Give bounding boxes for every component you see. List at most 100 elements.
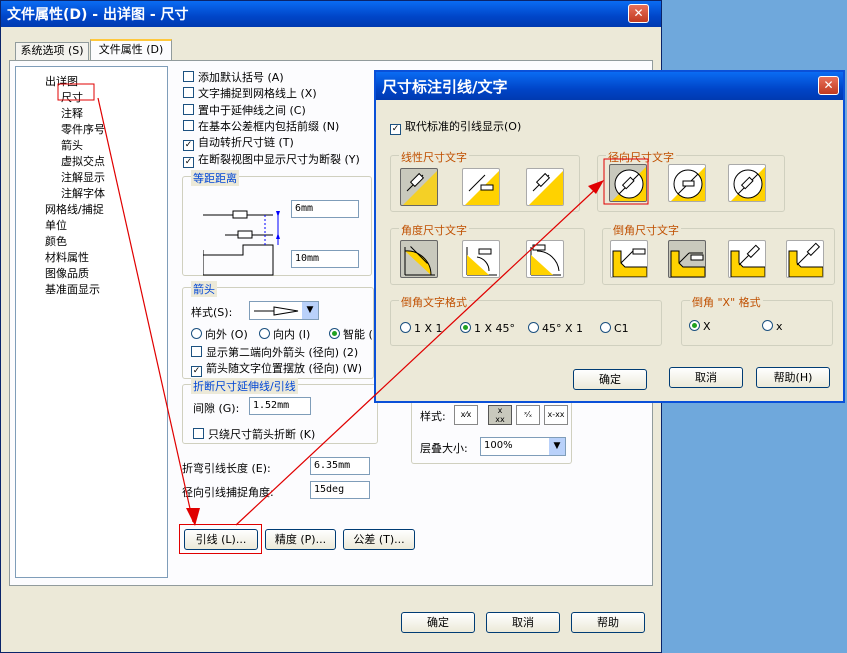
broken-leader-group: 折断尺寸延伸线/引线 间隙 (G): 1.52mm 只绕尺寸箭头折断 (K) xyxy=(182,378,378,444)
chevron-down-icon[interactable]: ▼ xyxy=(549,438,565,455)
angle-dim-icon xyxy=(404,246,435,276)
radio-icon xyxy=(460,322,471,333)
stack-size-label: 层叠大小: xyxy=(420,442,468,455)
tab-label: 文件属性 (D) xyxy=(98,43,164,56)
chfmt-radio-3[interactable]: 45° X 1 xyxy=(528,322,583,335)
radio-icon xyxy=(689,320,700,331)
linear-dim-icon xyxy=(529,171,563,205)
main-cancel-button[interactable]: 取消 xyxy=(486,612,560,633)
tree-item[interactable]: 材料属性 xyxy=(45,249,89,265)
checkbox-label: 文字捕捉到网格线上 (X) xyxy=(198,87,317,101)
arrows-title: 箭头 xyxy=(191,281,217,297)
group-title: 径向尺寸文字 xyxy=(606,149,676,165)
chevron-down-icon[interactable]: ▼ xyxy=(302,302,318,319)
main-ok-button[interactable]: 确定 xyxy=(401,612,475,633)
tree-item[interactable]: 注释 xyxy=(61,105,83,121)
checkbox-icon xyxy=(183,71,194,82)
gap-input[interactable]: 1.52mm xyxy=(249,397,311,415)
equal-distance-2-input[interactable]: 10mm xyxy=(291,250,359,268)
chfmt-radio-2[interactable]: 1 X 45° xyxy=(460,322,515,335)
chamfer-text-option-1[interactable] xyxy=(610,240,648,278)
radial-dim-icon xyxy=(671,167,705,201)
equal-distance-1-input[interactable]: 6mm xyxy=(291,200,359,218)
radio-label: x xyxy=(776,320,783,333)
fraction-style-3-button[interactable]: ˣ⁄ₓ xyxy=(516,405,540,425)
arrow-follow-checkbox[interactable]: ✓ 箭头随文字位置摆放 (径向) (W) xyxy=(191,360,362,377)
angle-text-option-2[interactable] xyxy=(462,240,500,278)
tree-item[interactable]: 出详图 xyxy=(45,73,78,89)
x-format-upper-radio[interactable]: X xyxy=(689,320,711,333)
option-checkbox[interactable]: 置中于延伸线之间 (C) xyxy=(183,102,306,118)
dialog-title-bar: 尺寸标注引线/文字 xyxy=(376,72,843,100)
tree-item[interactable]: 网格线/捕捉 xyxy=(45,201,104,217)
radial-text-option-2[interactable] xyxy=(668,164,706,202)
fraction-style-4-button[interactable]: x-xx xyxy=(544,405,568,425)
chfmt-radio-1[interactable]: 1 X 1 xyxy=(400,322,443,335)
break-around-checkbox[interactable]: 只绕尺寸箭头折断 (K) xyxy=(193,426,315,442)
chamfer-text-option-4[interactable] xyxy=(786,240,824,278)
chamfer-dim-icon xyxy=(612,248,647,277)
fraction-style-2-button[interactable]: x xx xyxy=(488,405,512,425)
second-arrow-checkbox[interactable]: 显示第二端向外箭头 (径向) (2) xyxy=(191,344,358,360)
main-title-bar: 文件属性(D) - 出详图 - 尺寸 xyxy=(1,1,661,27)
tree-item[interactable]: 箭头 xyxy=(61,137,83,153)
stack-size-dropdown[interactable]: 100% ▼ xyxy=(480,437,566,456)
radial-text-option-1[interactable] xyxy=(609,164,647,202)
leader-button[interactable]: 引线 (L)... xyxy=(184,529,258,550)
dialog-cancel-button[interactable]: 取消 xyxy=(669,367,743,388)
arrow-in-radio[interactable]: 向内 (I) xyxy=(259,326,310,342)
linear-text-option-1[interactable] xyxy=(400,168,438,206)
chamfer-text-option-2[interactable] xyxy=(668,240,706,278)
arrow-style-dropdown[interactable]: ▼ xyxy=(249,301,319,320)
tree-item[interactable]: 颜色 xyxy=(45,233,67,249)
option-checkbox[interactable]: 在基本公差框内包括前缀 (N) xyxy=(183,118,339,134)
tree-item[interactable]: 基准面显示 xyxy=(45,281,100,297)
tree-item[interactable]: 单位 xyxy=(45,217,67,233)
arrow-smart-radio[interactable]: 智能 ( xyxy=(329,326,373,342)
precision-button[interactable]: 精度 (P)... xyxy=(265,529,336,550)
arrow-style-icon xyxy=(254,306,299,316)
checkbox-label: 箭头随文字位置摆放 (径向) (W) xyxy=(206,362,363,375)
radial-snap-input[interactable]: 15deg xyxy=(310,481,370,499)
option-checkbox[interactable]: ✓ 自动转折尺寸链 (T) xyxy=(183,134,294,152)
angle-text-option-1[interactable] xyxy=(400,240,438,278)
linear-text-option-3[interactable] xyxy=(526,168,564,206)
dialog-ok-button[interactable]: 确定 xyxy=(573,369,647,390)
option-checkbox[interactable]: ✓ 在断裂视图中显示尺寸为断裂 (Y) xyxy=(183,151,360,168)
arrow-out-radio[interactable]: 向外 (O) xyxy=(191,326,248,342)
override-checkbox[interactable]: ✓ 取代标准的引线显示(O) xyxy=(390,118,521,135)
chamfer-text-option-3[interactable] xyxy=(728,240,766,278)
angle-text-option-3[interactable] xyxy=(526,240,564,278)
bent-leader-input[interactable]: 6.35mm xyxy=(310,457,370,475)
option-checkbox[interactable]: 添加默认括号 (A) xyxy=(183,69,284,85)
dialog-help-button[interactable]: 帮助(H) xyxy=(756,367,830,388)
tab-document-properties[interactable]: 文件属性 (D) xyxy=(90,39,172,61)
x-format-lower-radio[interactable]: x xyxy=(762,320,783,333)
tab-system-options[interactable]: 系统选项 (S) xyxy=(15,42,89,60)
checkbox-icon xyxy=(191,346,202,357)
tree-item[interactable]: 尺寸 xyxy=(61,89,83,105)
chfmt-radio-4[interactable]: C1 xyxy=(600,322,629,335)
chamfer-dim-icon xyxy=(730,244,765,277)
tab-label: 系统选项 (S) xyxy=(20,44,84,57)
checkbox-icon: ✓ xyxy=(183,156,194,168)
tree-item[interactable]: 注解显示 xyxy=(61,169,105,185)
close-icon[interactable]: ✕ xyxy=(628,4,649,23)
radial-text-option-3[interactable] xyxy=(728,164,766,202)
radio-icon xyxy=(259,328,270,339)
dialog-close-icon[interactable]: ✕ xyxy=(818,76,839,95)
group-title: 线性尺寸文字 xyxy=(399,149,469,165)
tolerance-button[interactable]: 公差 (T)... xyxy=(343,529,415,550)
tree-item[interactable]: 零件序号 xyxy=(61,121,105,137)
tree-item[interactable]: 注解字体 xyxy=(61,185,105,201)
tree-item[interactable]: 图像品质 xyxy=(45,265,89,281)
main-help-button[interactable]: 帮助 xyxy=(571,612,645,633)
linear-text-option-2[interactable] xyxy=(462,168,500,206)
broken-leader-title: 折断尺寸延伸线/引线 xyxy=(191,378,298,394)
option-checkbox[interactable]: 文字捕捉到网格线上 (X) xyxy=(183,85,317,101)
fraction-style-1-button[interactable]: x⁄x xyxy=(454,405,478,425)
radio-label: 向外 (O) xyxy=(205,328,248,341)
radial-snap-label: 径向引线捕捉角度: xyxy=(182,486,274,499)
radio-icon xyxy=(191,328,202,339)
tree-item[interactable]: 虚拟交点 xyxy=(61,153,105,169)
